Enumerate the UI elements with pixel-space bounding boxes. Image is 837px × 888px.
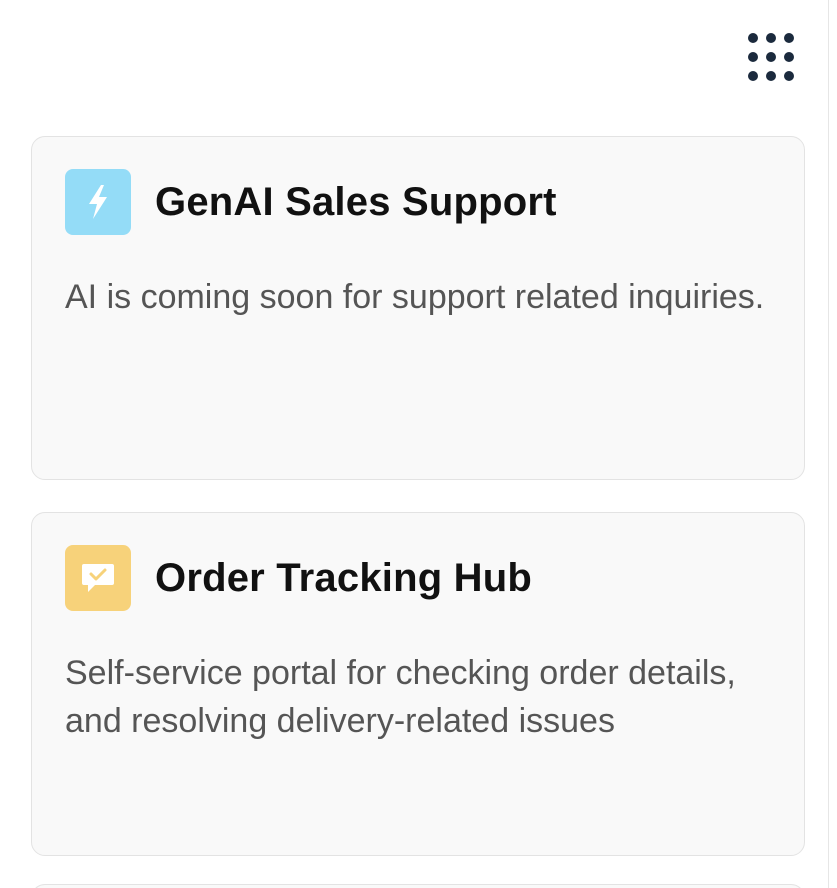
card-description: Self-service portal for checking order d… [65,654,736,740]
lightning-bolt-icon-glyph [89,185,107,219]
app-card-partial[interactable] [31,884,805,888]
app-card-genai-sales-support[interactable]: GenAI Sales Support AI is coming soon fo… [31,136,805,480]
chat-check-icon-glyph [82,564,114,592]
apps-dot [784,71,794,81]
scrollbar[interactable] [828,0,837,888]
apps-grid-icon[interactable] [742,30,800,88]
apps-dot [748,71,758,81]
card-header: Order Tracking Hub [65,545,532,611]
chat-check-icon [65,545,131,611]
app-card-order-tracking-hub[interactable]: Order Tracking Hub Self-service portal f… [31,512,805,856]
card-header: GenAI Sales Support [65,169,557,235]
apps-dot [748,33,758,43]
apps-dot [784,33,794,43]
card-title: GenAI Sales Support [155,179,557,224]
card-description: AI is coming soon for support related in… [65,278,765,316]
lightning-bolt-icon [65,169,131,235]
apps-dot [784,52,794,62]
apps-dot [766,71,776,81]
app-launcher-page: GenAI Sales Support AI is coming soon fo… [0,0,837,888]
apps-dot [766,52,776,62]
apps-dot [748,52,758,62]
card-title: Order Tracking Hub [155,555,533,600]
apps-dot [766,33,776,43]
